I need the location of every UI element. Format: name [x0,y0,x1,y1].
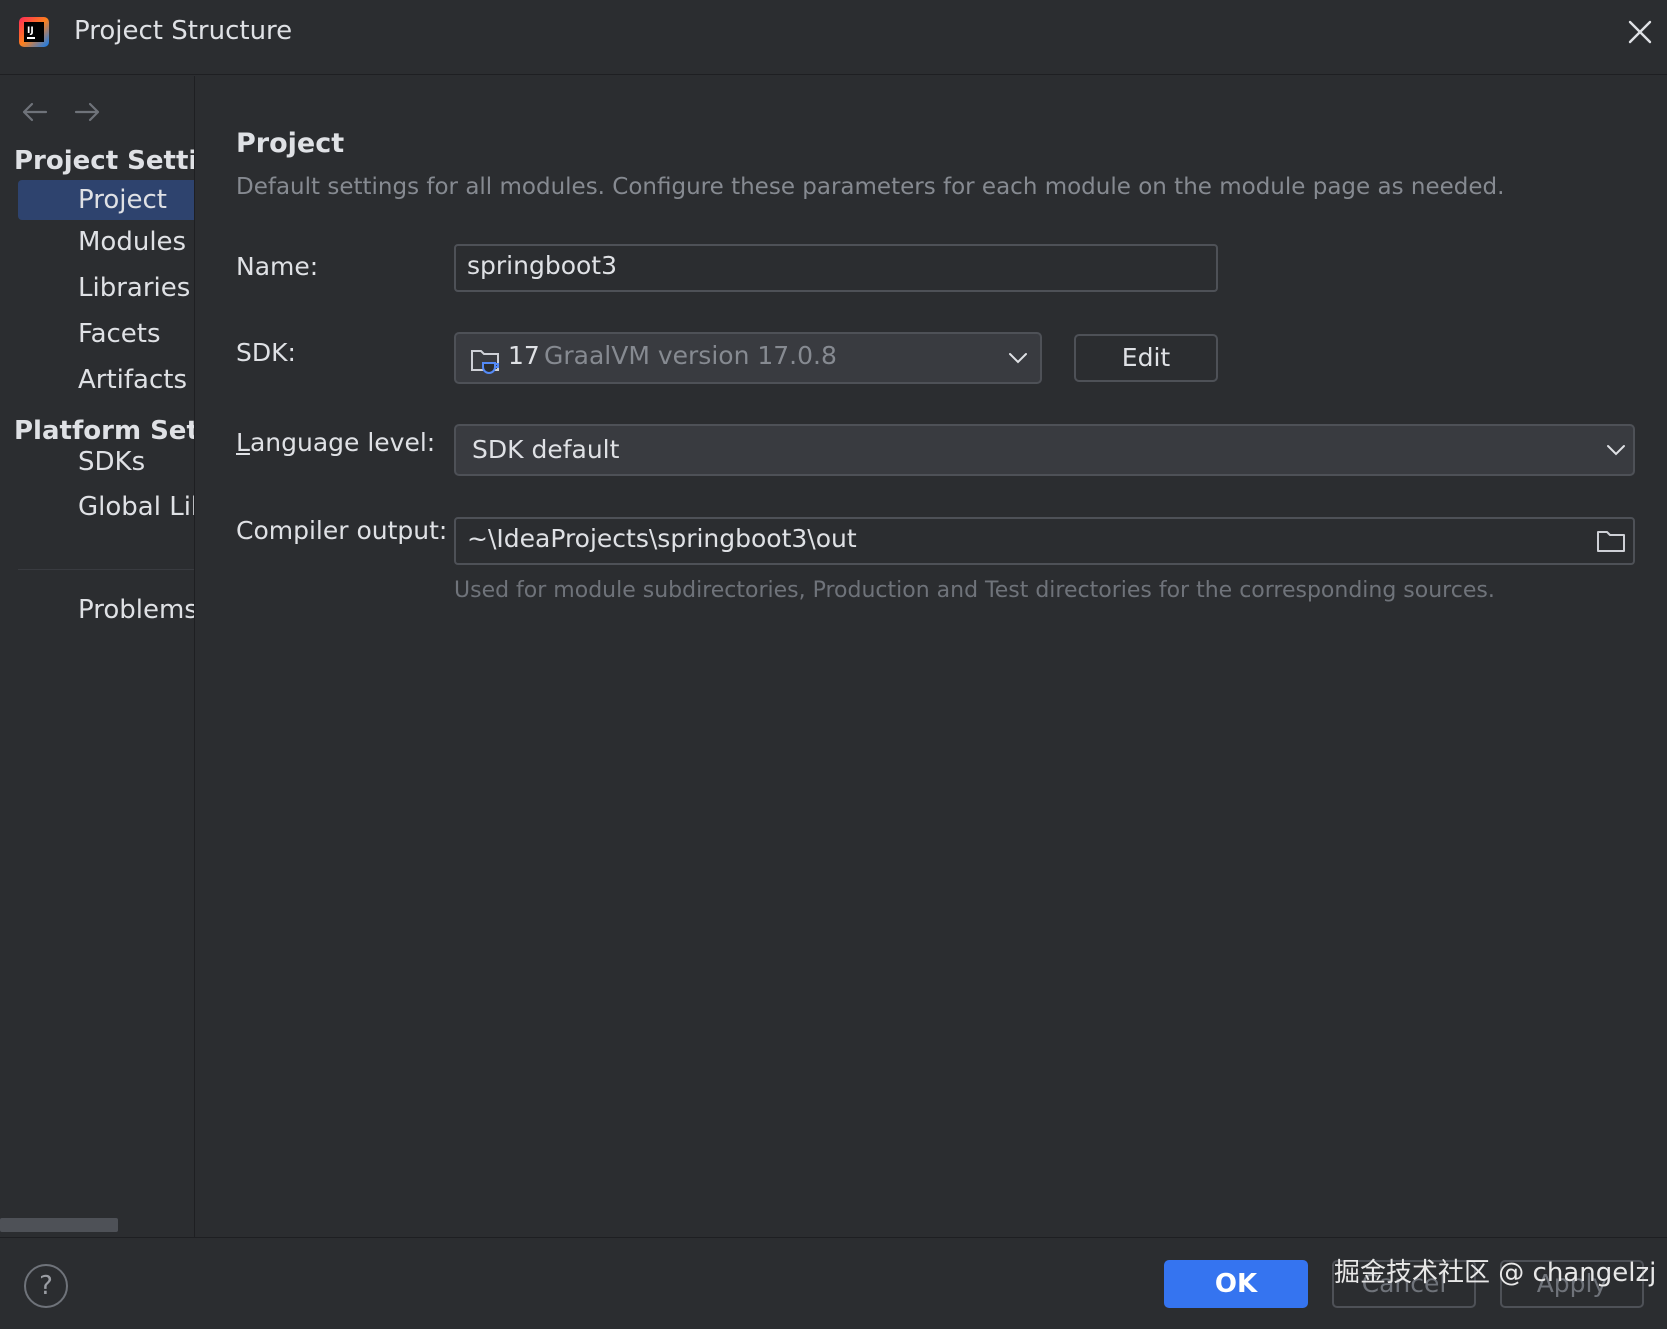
sidebar-item-project[interactable]: Project [18,180,194,220]
sdk-version: 17 [508,341,540,370]
language-level-value: SDK default [472,435,620,464]
ok-button[interactable]: OK [1164,1260,1308,1308]
sdk-label: SDK: [236,338,296,367]
language-level-label: Language level: [236,428,435,457]
sdk-select[interactable]: 17 GraalVM version 17.0.8 [454,332,1042,384]
sidebar-item-libraries[interactable]: Libraries [18,268,194,308]
sidebar-section-project-settings: Project Settin [14,146,194,176]
sidebar-item-modules[interactable]: Modules [18,222,194,262]
name-label: Name: [236,252,319,281]
sidebar: Project Settin Project Modules Libraries… [0,76,195,1237]
window-title: Project Structure [74,16,293,46]
chevron-down-icon [1607,445,1625,456]
chevron-down-icon [1009,353,1027,364]
sidebar-item-global-libraries[interactable]: Global Lib [18,487,194,527]
sidebar-item-artifacts[interactable]: Artifacts [18,360,194,400]
compiler-output-input[interactable]: ~\IdeaProjects\springboot3\out [454,517,1635,565]
close-icon[interactable] [1626,18,1654,46]
intellij-idea-logo-icon: IJ [19,17,49,47]
language-level-mnemonic: L [236,428,250,457]
page-description: Default settings for all modules. Config… [236,174,1505,200]
sidebar-item-problems[interactable]: Problems [18,590,194,630]
sdk-description: GraalVM version 17.0.8 [544,341,837,370]
title-bar: IJ Project Structure [0,0,1667,75]
project-structure-dialog: IJ Project Structure Project Settin Proj… [0,0,1667,1329]
sidebar-item-sdks[interactable]: SDKs [18,442,194,482]
arrow-left-icon[interactable] [20,98,50,126]
sidebar-horizontal-scrollbar[interactable] [0,1218,118,1232]
name-input[interactable]: springboot3 [454,244,1218,292]
cancel-button[interactable]: Cancel [1332,1260,1476,1308]
folder-icon[interactable] [1596,528,1626,554]
help-button[interactable]: ? [24,1264,68,1308]
sidebar-divider [18,569,194,570]
compiler-output-value: ~\IdeaProjects\springboot3\out [467,524,857,553]
name-input-value: springboot3 [467,251,617,280]
project-settings-panel: Project Default settings for all modules… [196,76,1667,1237]
sdk-edit-button[interactable]: Edit [1074,334,1218,382]
sdk-folder-icon [471,350,499,374]
compiler-output-hint: Used for module subdirectories, Producti… [454,578,1495,603]
compiler-output-label: Compiler output: [236,516,448,545]
language-level-select[interactable]: SDK default [454,424,1635,476]
page-title: Project [236,128,345,159]
arrow-right-icon[interactable] [72,98,102,126]
dialog-footer: ? OK Cancel Apply 掘金技术社区 @ changelzj [0,1237,1667,1329]
sidebar-item-facets[interactable]: Facets [18,314,194,354]
svg-text:IJ: IJ [27,26,34,36]
apply-button[interactable]: Apply [1500,1260,1644,1308]
language-level-label-text: anguage level: [249,428,436,457]
